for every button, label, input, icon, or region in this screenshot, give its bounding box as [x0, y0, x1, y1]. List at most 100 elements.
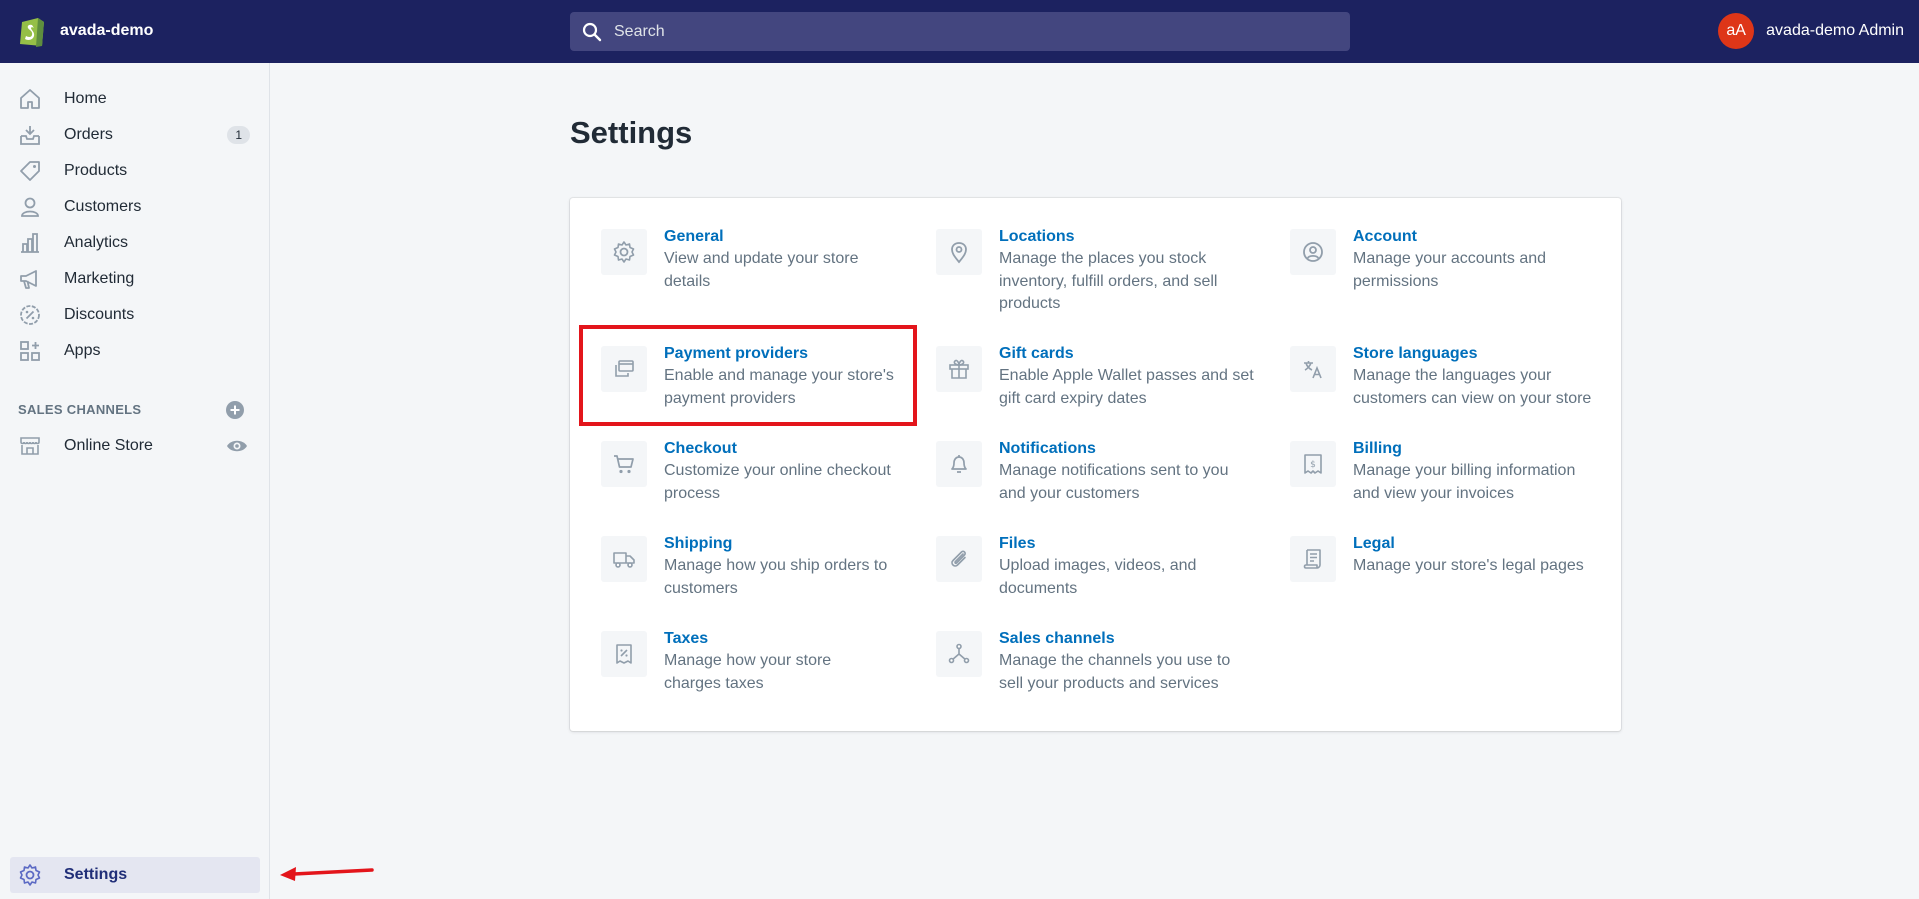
discount-icon [18, 303, 42, 327]
payment-providers-highlight-box [579, 325, 917, 426]
settings-item-gift-cards[interactable]: Gift cards Enable Apple Wallet passes and… [936, 343, 1256, 410]
orders-icon [18, 123, 42, 147]
avatar: aA [1718, 13, 1755, 49]
page-title: Settings [570, 115, 693, 150]
billing-icon: $ [1290, 441, 1336, 487]
sidebar-item-home[interactable]: Home [10, 81, 260, 117]
settings-item-desc: Upload images, videos, and documents [999, 557, 1197, 597]
settings-item-title[interactable]: General [664, 226, 891, 248]
sidebar-item-label: Apps [64, 342, 101, 359]
sidebar-item-analytics[interactable]: Analytics [10, 225, 260, 261]
gift-icon [936, 346, 982, 392]
legal-icon [1290, 536, 1336, 582]
sidebar-item-settings[interactable]: Settings [10, 857, 260, 893]
location-pin-icon [936, 229, 982, 275]
settings-item-title[interactable]: Account [1353, 226, 1600, 248]
truck-icon [601, 536, 647, 582]
user-name: avada-demo Admin [1766, 22, 1904, 39]
cart-icon [601, 441, 647, 487]
megaphone-icon [18, 267, 42, 291]
eye-icon[interactable] [226, 436, 248, 456]
account-icon [1290, 229, 1336, 275]
sidebar-item-apps[interactable]: Apps [10, 333, 260, 369]
sidebar-item-orders[interactable]: Orders 1 [10, 117, 260, 153]
apps-icon [18, 339, 42, 363]
sidebar-item-products[interactable]: Products [10, 153, 260, 189]
sidebar-item-label: Marketing [64, 270, 135, 287]
settings-item-store-languages[interactable]: Store languages Manage the languages your… [1290, 343, 1610, 410]
sidebar-item-label: Orders [64, 126, 113, 143]
sidebar-item-marketing[interactable]: Marketing [10, 261, 260, 297]
home-icon [18, 87, 42, 111]
settings-item-general[interactable]: General View and update your store detail… [601, 226, 891, 293]
settings-item-title[interactable]: Locations [999, 226, 1236, 248]
translate-icon [1290, 346, 1336, 392]
user-menu[interactable]: aA avada-demo Admin [1718, 13, 1904, 49]
paperclip-icon [936, 536, 982, 582]
bar-chart-icon [18, 231, 42, 255]
settings-item-title[interactable]: Billing [1353, 438, 1600, 460]
annotation-arrow-icon [280, 867, 374, 881]
sidebar: Home Orders 1 Products Customers Analyti… [0, 63, 270, 899]
settings-item-title[interactable]: Checkout [664, 438, 891, 460]
settings-item-title[interactable]: Store languages [1353, 343, 1610, 365]
settings-item-desc: Manage the channels you use to sell your… [999, 652, 1231, 692]
settings-item-title[interactable]: Taxes [664, 628, 891, 650]
settings-item-title[interactable]: Shipping [664, 533, 891, 555]
settings-item-sales-channels[interactable]: Sales channels Manage the channels you us… [936, 628, 1236, 695]
settings-item-desc: Manage your store's legal pages [1353, 557, 1584, 574]
settings-item-title[interactable]: Legal [1353, 533, 1584, 555]
settings-item-files[interactable]: Files Upload images, videos, and document… [936, 533, 1236, 600]
svg-text:$: $ [1310, 460, 1316, 470]
sidebar-item-label: Home [64, 90, 107, 107]
sales-channels-icon [936, 631, 982, 677]
settings-item-desc: Manage your accounts and permissions [1353, 250, 1547, 290]
settings-item-title[interactable]: Notifications [999, 438, 1246, 460]
settings-item-desc: View and update your store details [664, 250, 859, 290]
settings-item-legal[interactable]: Legal Manage your store's legal pages [1290, 533, 1610, 582]
settings-item-desc: Manage how you ship orders to customers [664, 557, 888, 597]
gear-icon [18, 863, 42, 887]
settings-item-desc: Manage notifications sent to you and you… [999, 462, 1229, 502]
settings-item-checkout[interactable]: Checkout Customize your online checkout p… [601, 438, 891, 505]
sidebar-item-discounts[interactable]: Discounts [10, 297, 260, 333]
settings-item-desc: Manage how your store charges taxes [664, 652, 832, 692]
settings-item-desc: Manage the places you stock inventory, f… [999, 250, 1218, 312]
settings-item-notifications[interactable]: Notifications Manage notifications sent t… [936, 438, 1246, 505]
settings-item-locations[interactable]: Locations Manage the places you stock inv… [936, 226, 1236, 316]
settings-item-desc: Customize your online checkout process [664, 462, 891, 502]
settings-item-account[interactable]: Account Manage your accounts and permissi… [1290, 226, 1600, 293]
sidebar-item-label: Discounts [64, 306, 135, 323]
top-bar: avada-demo Search aA avada-demo Admin [0, 0, 1919, 63]
sidebar-item-customers[interactable]: Customers [10, 189, 260, 225]
tag-icon [18, 159, 42, 183]
sales-channels-heading: SALES CHANNELS [18, 402, 142, 417]
sidebar-item-label: Customers [64, 198, 142, 215]
settings-item-desc: Manage your billing information and view… [1353, 462, 1576, 502]
sidebar-item-online-store[interactable]: Online Store [10, 428, 260, 464]
tax-icon [601, 631, 647, 677]
settings-item-shipping[interactable]: Shipping Manage how you ship orders to cu… [601, 533, 891, 600]
store-icon [18, 434, 42, 458]
settings-item-title[interactable]: Sales channels [999, 628, 1236, 650]
gear-icon [601, 229, 647, 275]
shopify-logo-icon [20, 18, 44, 47]
settings-item-desc: Manage the languages your customers can … [1353, 367, 1592, 407]
settings-item-desc: Enable Apple Wallet passes and set gift … [999, 367, 1254, 407]
settings-item-title[interactable]: Gift cards [999, 343, 1256, 365]
settings-item-title[interactable]: Files [999, 533, 1236, 555]
person-icon [18, 195, 42, 219]
search-bar[interactable]: Search [570, 12, 1350, 51]
sidebar-item-label: Analytics [64, 234, 129, 251]
bell-icon [936, 441, 982, 487]
add-sales-channel-icon[interactable] [225, 400, 245, 420]
sidebar-item-label: Settings [64, 866, 128, 883]
settings-card: General View and update your store detail… [570, 198, 1621, 731]
search-placeholder: Search [614, 22, 665, 40]
store-brand[interactable]: avada-demo [18, 14, 153, 48]
store-name: avada-demo [60, 22, 154, 39]
sidebar-item-label: Online Store [64, 437, 153, 454]
orders-count-badge: 1 [227, 126, 250, 144]
settings-item-billing[interactable]: $ Billing Manage your billing information… [1290, 438, 1600, 505]
settings-item-taxes[interactable]: Taxes Manage how your store charges taxes [601, 628, 891, 695]
